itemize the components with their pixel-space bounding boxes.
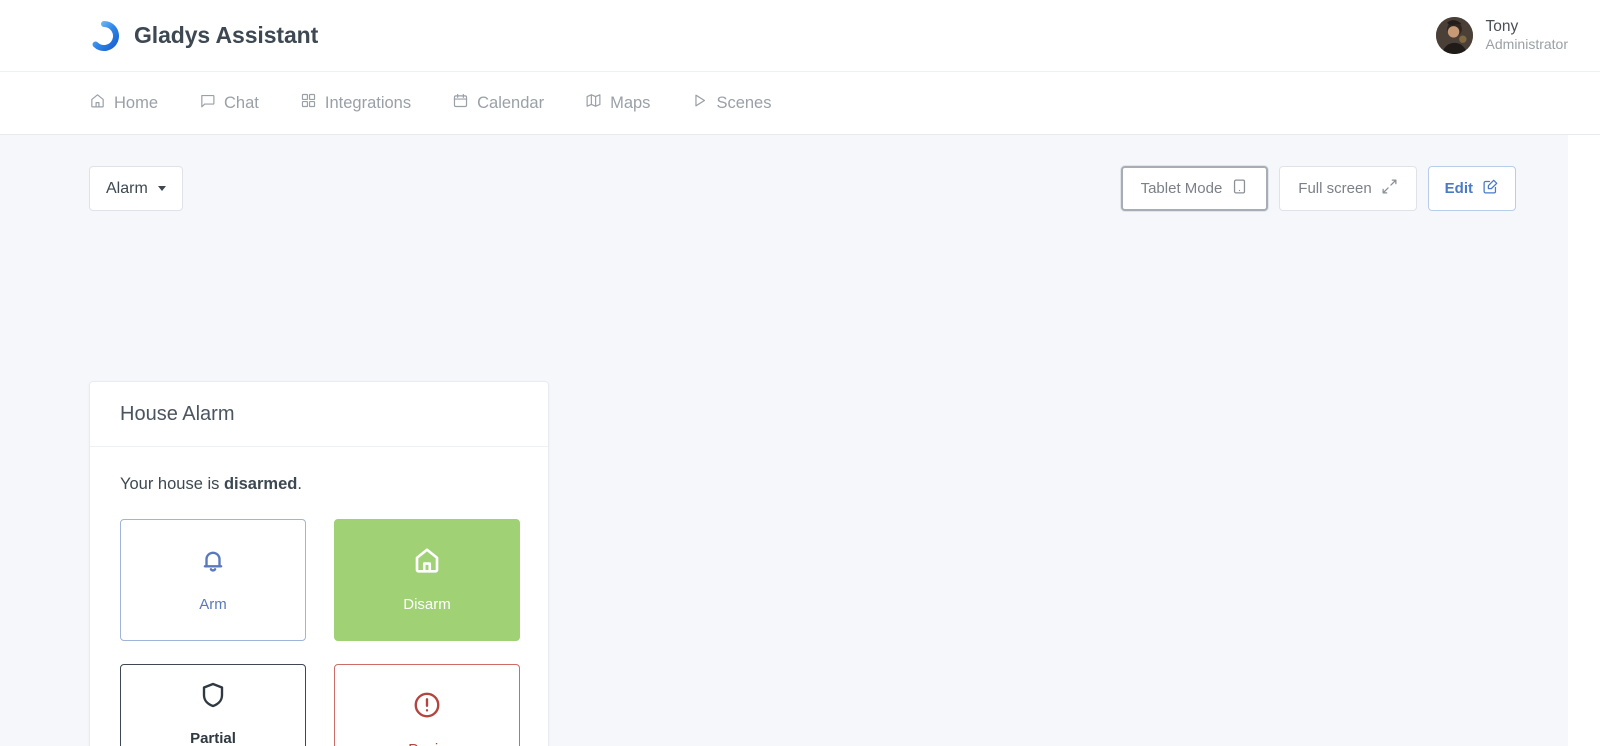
user-meta: Tony Administrator: [1486, 17, 1568, 54]
expand-arrows-icon: [1381, 178, 1398, 199]
nav-item-home[interactable]: Home: [89, 86, 172, 120]
tablet-mode-button[interactable]: Tablet Mode: [1121, 166, 1269, 211]
dashboard-toolbar: Alarm Tablet Mode Full screen Edit: [0, 166, 1568, 211]
panic-button[interactable]: Panic: [334, 664, 520, 746]
nav-label: Chat: [224, 94, 259, 113]
brand-name: Gladys Assistant: [134, 22, 318, 49]
alert-circle-icon: [412, 690, 442, 726]
full-screen-button[interactable]: Full screen: [1279, 166, 1416, 211]
nav-label: Scenes: [716, 94, 771, 113]
main-navigation: Home Chat Integrations Calendar Maps Sce…: [0, 72, 1600, 135]
card-body: Your house is disarmed. Arm Disarm: [90, 447, 548, 746]
play-triangle-icon: [691, 92, 708, 114]
nav-item-integrations[interactable]: Integrations: [300, 86, 425, 120]
edit-button[interactable]: Edit: [1428, 166, 1516, 211]
nav-item-maps[interactable]: Maps: [585, 86, 664, 120]
nav-item-calendar[interactable]: Calendar: [452, 86, 558, 120]
status-badge: disarmed: [224, 475, 297, 493]
edit-square-icon: [1482, 178, 1499, 199]
nav-label: Home: [114, 94, 158, 113]
brand[interactable]: Gladys Assistant: [89, 21, 318, 51]
avatar: [1436, 17, 1473, 54]
home-icon: [412, 545, 442, 581]
dashboard-selector-button[interactable]: Alarm: [89, 166, 183, 211]
gladys-ring-logo-icon: [89, 21, 119, 51]
arm-button[interactable]: Arm: [120, 519, 306, 641]
nav-label: Calendar: [477, 94, 544, 113]
full-screen-label: Full screen: [1298, 180, 1371, 197]
nav-label: Maps: [610, 94, 650, 113]
edit-label: Edit: [1445, 180, 1473, 197]
partial-arm-label-line1: Partial: [190, 730, 236, 746]
tablet-icon: [1231, 178, 1248, 199]
arm-label: Arm: [199, 595, 227, 615]
top-header: Gladys Assistant Tony Administrator: [0, 0, 1600, 72]
card-header: House Alarm: [90, 382, 548, 447]
disarm-label: Disarm: [403, 595, 451, 615]
page-title: House Alarm: [120, 403, 235, 426]
user-name: Tony: [1486, 17, 1568, 36]
map-icon: [585, 92, 602, 114]
dashboard-content: Alarm Tablet Mode Full screen Edit: [0, 135, 1568, 746]
toolbar-actions: Tablet Mode Full screen Edit: [1121, 166, 1516, 211]
nav-item-chat[interactable]: Chat: [199, 86, 273, 120]
caret-down-icon: [158, 186, 166, 191]
chat-bubble-icon: [199, 92, 216, 114]
status-text: Your house is disarmed.: [120, 475, 518, 494]
partial-arm-button[interactable]: Partial Arm: [120, 664, 306, 746]
user-role: Administrator: [1486, 36, 1568, 54]
nav-item-scenes[interactable]: Scenes: [691, 86, 785, 120]
house-alarm-card: House Alarm Your house is disarmed. Arm: [89, 381, 549, 746]
grid-squares-icon: [300, 92, 317, 114]
disarm-button[interactable]: Disarm: [334, 519, 520, 641]
dashboard-selector-label: Alarm: [106, 180, 148, 198]
content-outer: Alarm Tablet Mode Full screen Edit: [0, 135, 1600, 746]
home-icon: [89, 92, 106, 114]
alarm-actions-grid: Arm Disarm Partial Arm: [120, 519, 518, 746]
panic-label: Panic: [408, 740, 446, 746]
nav-label: Integrations: [325, 94, 411, 113]
bell-icon: [198, 545, 228, 581]
status-prefix: Your house is: [120, 475, 224, 493]
status-suffix: .: [297, 475, 302, 493]
tablet-mode-label: Tablet Mode: [1141, 180, 1223, 197]
user-menu[interactable]: Tony Administrator: [1436, 17, 1568, 54]
partial-arm-label: Partial Arm: [190, 729, 236, 746]
calendar-icon: [452, 92, 469, 114]
shield-icon: [198, 680, 228, 716]
